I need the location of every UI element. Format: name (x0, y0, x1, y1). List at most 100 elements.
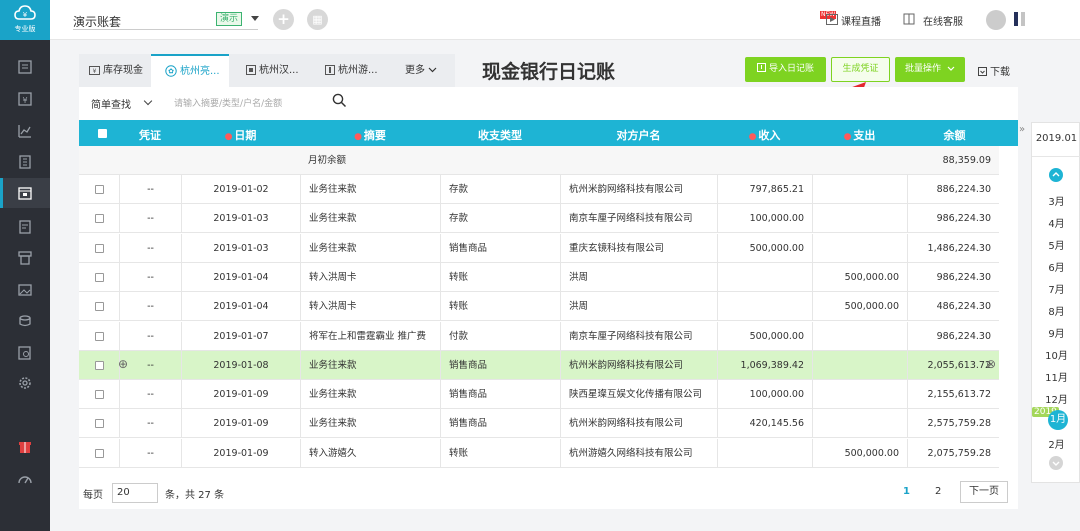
add-row-icon[interactable]: ⊕ (118, 358, 128, 370)
download-button[interactable]: 下载 (978, 63, 1010, 78)
row-checkbox[interactable] (95, 243, 104, 253)
row-checkbox[interactable] (95, 360, 104, 370)
opening-label: 月初余额 (308, 155, 347, 166)
col-summary[interactable]: ● 摘要 (300, 127, 440, 143)
tab-cash[interactable]: ¥ 库存现金 (89, 54, 147, 87)
col-label: 摘要 (363, 129, 386, 142)
grid-apps-button[interactable]: ▦ (307, 9, 328, 30)
month-item[interactable]: 11月 (1032, 369, 1080, 384)
search-input[interactable]: 请输入摘要/类型/户名/金额 (174, 96, 282, 109)
table-row[interactable]: -- 2019-01-08 业务往来款 销售商品 杭州米韵网络科技有限公司 1,069,3… (79, 350, 999, 380)
page-2[interactable]: 2 (935, 486, 941, 497)
row-checkbox[interactable] (95, 214, 104, 224)
table-row[interactable]: -- 2019-01-09 业务往来款 销售商品 陕西星璨互娱文化传播有限公司 100,0… (79, 380, 999, 410)
month-item[interactable]: 12月 (1032, 391, 1080, 406)
cell-summary: 转入洪周卡 (300, 262, 440, 292)
live-class-link[interactable]: 课程直播 (841, 13, 881, 28)
cell-balance: 2,075,759.28 (907, 438, 999, 468)
row-checkbox[interactable] (95, 185, 104, 194)
table-row[interactable]: -- 2019-01-07 将军在上和雷霆霸业 推广费 付款 南京车厘子网络科技有限公司… (79, 321, 999, 351)
sidebar-item-reports[interactable] (17, 123, 33, 139)
scroll-down-button[interactable] (1049, 456, 1063, 470)
col-voucher[interactable]: 凭证 (119, 127, 181, 143)
table-row[interactable]: -- 2019-01-03 业务往来款 销售商品 重庆玄镜科技有限公司 500,000.0… (79, 233, 999, 263)
month-item[interactable]: 9月 (1032, 325, 1080, 340)
download-icon (978, 67, 987, 76)
sidebar-item-invoice[interactable] (17, 219, 33, 235)
sidebar-item-salary[interactable] (17, 313, 33, 329)
month-selected[interactable]: 1月 (1048, 410, 1068, 430)
tab-bank-2[interactable]: 杭州汉... (246, 54, 316, 87)
sidebar-item-speed[interactable] (17, 471, 33, 487)
cell-date: 2019-01-09 (181, 438, 300, 468)
cell-voucher: -- (119, 321, 181, 351)
row-checkbox[interactable] (95, 272, 104, 282)
row-checkbox[interactable] (95, 390, 104, 400)
row-checkbox[interactable] (95, 331, 104, 341)
top-bar: 演示账套 演示 + ▦ NEW 课程直播 在线客服 (50, 0, 1080, 40)
sidebar-item-gift[interactable] (17, 439, 33, 455)
sidebar-item-settings[interactable] (17, 375, 33, 391)
month-item[interactable]: 4月 (1032, 215, 1080, 230)
batch-operations-button[interactable]: 批量操作 (895, 57, 965, 82)
page-1[interactable]: 1 (903, 486, 910, 497)
table-row[interactable]: -- 2019-01-04 转入洪周卡 转账 洪周 500,000.00 486,224.3… (79, 292, 999, 322)
cell-expense (812, 204, 907, 234)
cell-summary: 转入洪周卡 (300, 292, 440, 322)
sidebar-item-assets[interactable] (17, 282, 33, 298)
cell-party: 重庆玄镜科技有限公司 (560, 233, 717, 263)
collapse-icon[interactable]: » (1019, 124, 1025, 135)
table-row[interactable]: -- 2019-01-04 转入洪周卡 转账 洪周 500,000.00 986,224.3… (79, 262, 999, 292)
select-all-checkbox[interactable] (98, 129, 107, 138)
row-checkbox[interactable] (95, 302, 104, 312)
tab-more[interactable]: 更多 (405, 54, 445, 87)
col-party[interactable]: 对方户名 (560, 127, 717, 143)
bank-icon: ✿ (165, 65, 177, 77)
online-service-link[interactable]: 在线客服 (923, 13, 963, 28)
avatar[interactable] (986, 10, 1006, 30)
per-page-input[interactable]: 20 (112, 483, 158, 503)
search-mode-select[interactable]: 简单查找 (91, 96, 153, 111)
month-item[interactable]: 8月 (1032, 303, 1080, 318)
table-row[interactable]: -- 2019-01-09 转入游嬉久 转账 杭州游嬉久网络科技有限公司 500,000.… (79, 438, 999, 468)
col-balance[interactable]: 余额 (907, 127, 1002, 143)
tab-bank-1[interactable]: ✿ 杭州亮... (151, 54, 229, 87)
row-checkbox[interactable] (95, 448, 104, 458)
cell-voucher: -- (119, 233, 181, 263)
col-expense[interactable]: ● 支出 (812, 127, 907, 143)
next-page-button[interactable]: 下一页 (960, 481, 1008, 503)
col-income[interactable]: ● 收入 (717, 127, 812, 143)
sidebar-item-books[interactable] (17, 154, 33, 170)
table-row[interactable]: -- 2019-01-02 业务往来款 存款 杭州米韵网络科技有限公司 797,865.2… (79, 175, 999, 204)
sidebar-item-tax[interactable] (17, 345, 33, 361)
cell-date: 2019-01-08 (181, 350, 300, 380)
table-row[interactable]: -- 2019-01-09 业务往来款 销售商品 杭州米韵网络科技有限公司 420,145… (79, 409, 999, 439)
delete-row-icon[interactable]: ⊗ (986, 358, 996, 370)
sidebar-item-ledger[interactable] (17, 59, 33, 75)
month-item[interactable]: 7月 (1032, 281, 1080, 296)
search-icon[interactable] (332, 93, 347, 108)
sidebar-item-store[interactable] (17, 250, 33, 266)
cell-expense: 500,000.00 (812, 262, 907, 292)
col-date[interactable]: ● 日期 (181, 127, 300, 143)
month-item[interactable]: 2月 (1032, 436, 1080, 451)
month-item[interactable]: 5月 (1032, 237, 1080, 252)
app-logo[interactable]: ¥ 专业版 (0, 0, 50, 40)
add-account-button[interactable]: + (273, 9, 294, 30)
table-row[interactable]: -- 2019-01-03 业务往来款 存款 南京车厘子网络科技有限公司 100,000.… (79, 204, 999, 234)
sidebar: ¥ 专业版 ¥ (0, 0, 50, 531)
col-type[interactable]: 收支类型 (440, 127, 560, 143)
account-selector[interactable]: 演示账套 演示 (73, 12, 259, 30)
row-checkbox[interactable] (95, 419, 104, 429)
cell-party: 陕西星璨互娱文化传播有限公司 (560, 380, 717, 410)
month-item[interactable]: 10月 (1032, 347, 1080, 362)
cell-summary: 将军在上和雷霆霸业 推广费 (300, 321, 440, 351)
month-item[interactable]: 3月 (1032, 193, 1080, 208)
scroll-up-button[interactable] (1049, 168, 1063, 182)
gear-icon (19, 377, 31, 389)
tab-bank-3[interactable]: 杭州游... (325, 54, 395, 87)
sidebar-item-voucher[interactable]: ¥ (17, 91, 33, 107)
month-item[interactable]: 6月 (1032, 259, 1080, 274)
sidebar-item-cash-journal[interactable] (17, 185, 33, 201)
cell-expense (812, 321, 907, 351)
